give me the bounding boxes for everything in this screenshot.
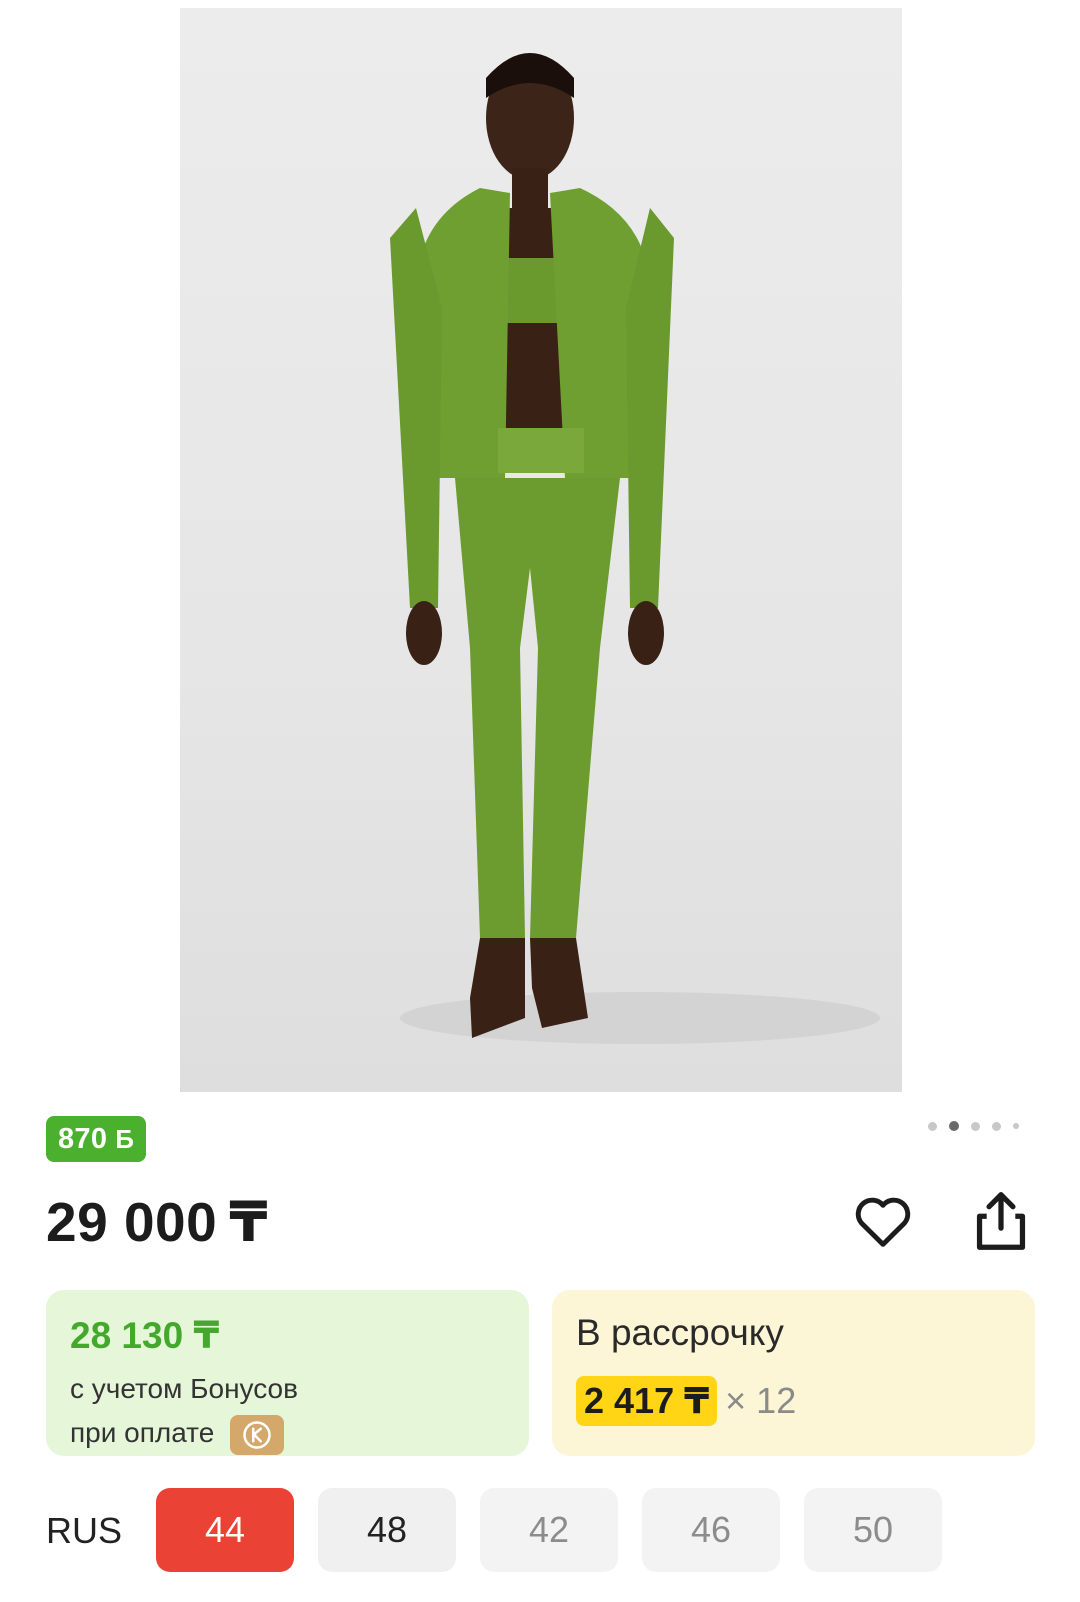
- size-option-50[interactable]: 50: [804, 1488, 942, 1572]
- bonus-price: 28 130 ₸: [70, 1315, 220, 1356]
- installment-row: 2 417 ₸ × 12: [576, 1376, 1011, 1426]
- size-option-48[interactable]: 48: [318, 1488, 456, 1572]
- bonus-line-1: с учетом Бонусов: [70, 1373, 298, 1404]
- installment-multiplier: × 12: [725, 1380, 797, 1421]
- installment-amount: 2 417 ₸: [576, 1376, 718, 1426]
- bonus-price-card[interactable]: 28 130 ₸ с учетом Бонусов при оплате: [46, 1290, 529, 1456]
- bonus-symbol: Б: [115, 1123, 135, 1154]
- size-option-42[interactable]: 42: [480, 1488, 618, 1572]
- bonus-line-2: при оплате: [70, 1417, 215, 1448]
- price-value: 29 000: [46, 1191, 218, 1253]
- carousel-dot-active[interactable]: [949, 1121, 959, 1131]
- product-photo-illustration: [390, 53, 880, 1044]
- carousel-dot[interactable]: [1013, 1123, 1019, 1129]
- carousel-dot[interactable]: [971, 1121, 980, 1131]
- size-system-label: RUS: [46, 1510, 123, 1551]
- heart-icon: [855, 1197, 911, 1247]
- bonus-badge: 870 Б: [46, 1116, 147, 1162]
- payment-app-icon: [230, 1414, 285, 1455]
- installment-title: В рассрочку: [576, 1312, 784, 1353]
- product-image[interactable]: [180, 8, 902, 1092]
- bonus-line-2-row: при оплате: [70, 1411, 505, 1455]
- size-option-46[interactable]: 46: [642, 1488, 780, 1572]
- share-button[interactable]: [968, 1186, 1034, 1256]
- share-icon: [976, 1192, 1026, 1250]
- carousel-dot[interactable]: [992, 1121, 1001, 1131]
- bonus-description: с учетом Бонусов при оплате: [70, 1367, 505, 1455]
- carousel-dot[interactable]: [928, 1121, 937, 1131]
- carousel-indicator[interactable]: [928, 1121, 1019, 1131]
- size-option-44[interactable]: 44: [156, 1488, 294, 1572]
- product-price: 29 000 ₸: [46, 1190, 268, 1254]
- installment-card[interactable]: В рассрочку 2 417 ₸ × 12: [552, 1290, 1035, 1456]
- favorite-button[interactable]: [850, 1188, 916, 1254]
- price-currency: ₸: [229, 1191, 269, 1253]
- bonus-amount: 870: [58, 1122, 108, 1155]
